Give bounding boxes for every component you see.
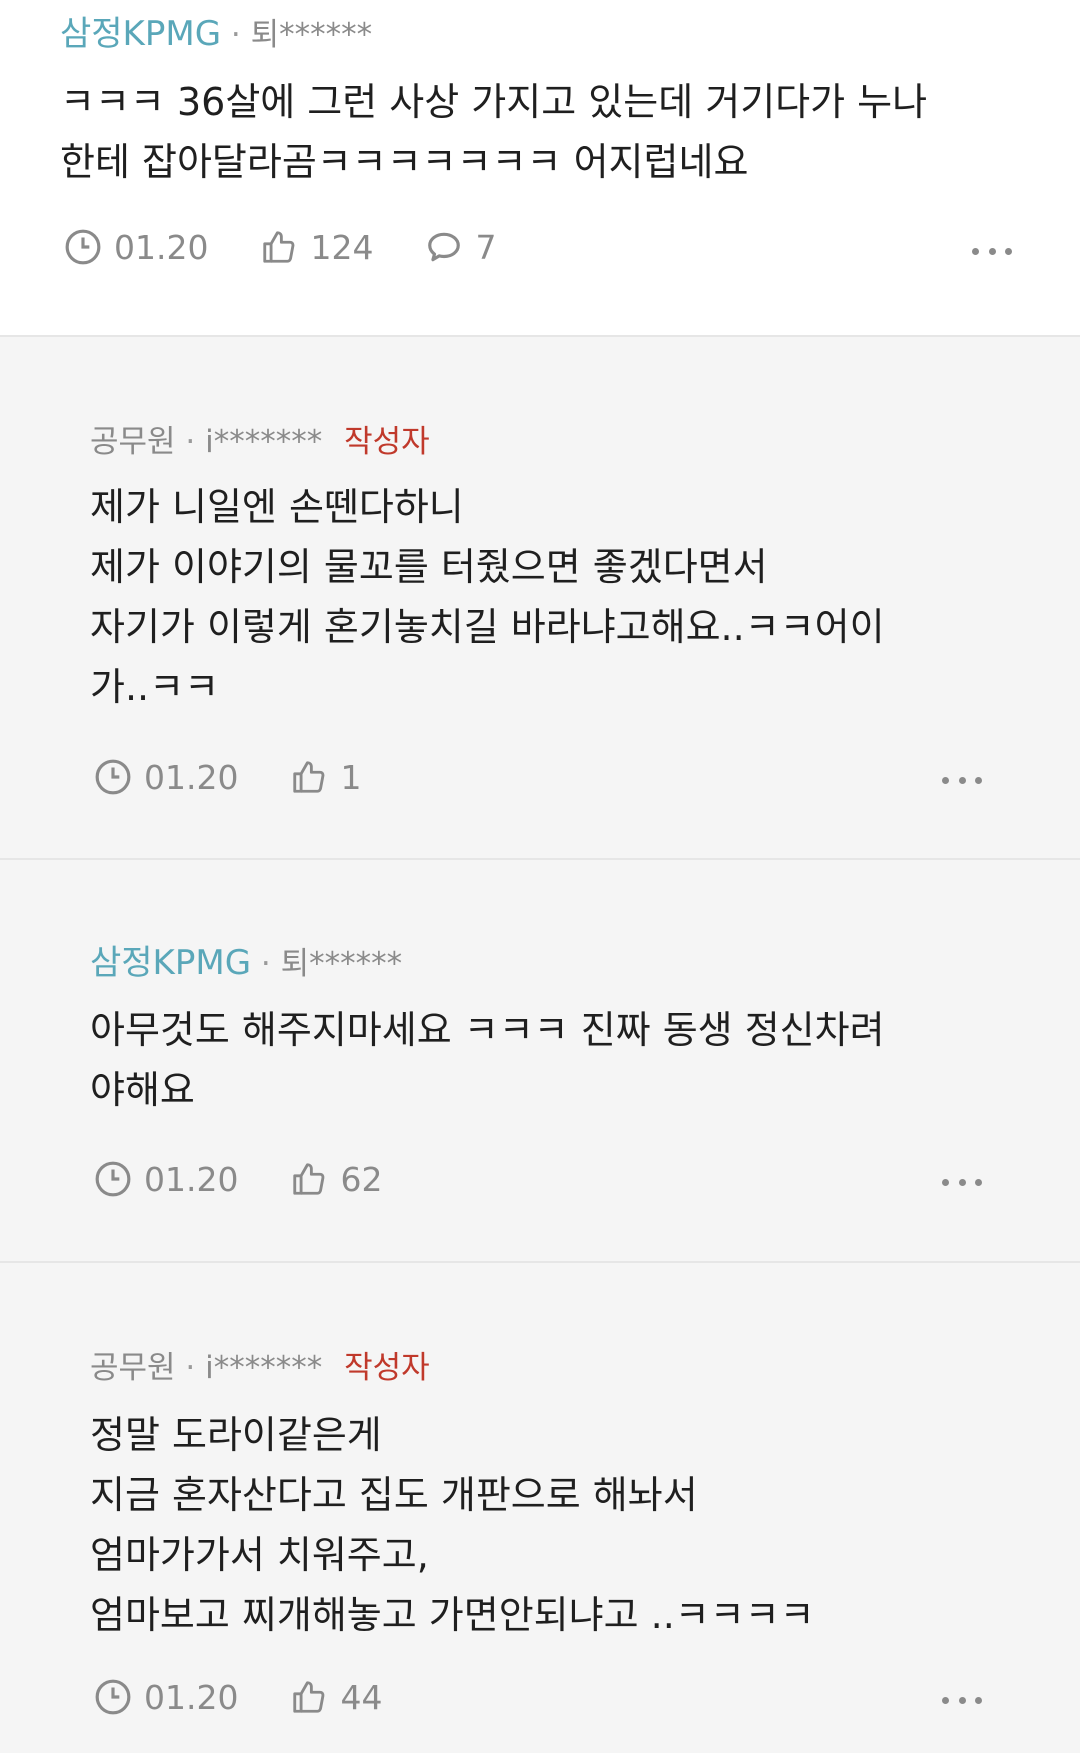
more-dot <box>958 1696 966 1704</box>
comment-line: 지금 혼자산다고 집도 개판으로 해놔서 <box>90 1473 698 1517</box>
date-stat: 01.20 <box>94 1678 238 1717</box>
comment-line: 자기가 이렇게 혼기놓치길 바라냐고해요..ㅋㅋ어이 <box>90 605 885 649</box>
comment-meta: 삼정KPMG · 퇴****** <box>60 14 372 55</box>
more-dot <box>1005 247 1012 255</box>
comment-line: 엄마보고 찌개해놓고 가면안되냐고 ..ㅋㅋㅋㅋ <box>90 1593 815 1637</box>
more-options-icon <box>942 776 949 784</box>
more-dot <box>958 1178 966 1186</box>
reply-item: 삼정KPMG · 퇴****** 아무것도 해주지마세요 ㅋㅋㅋ 진짜 동생 정… <box>0 858 1080 1261</box>
user-id: 퇴****** <box>280 946 403 982</box>
like-count: 44 <box>340 1677 383 1717</box>
more-options-button[interactable] <box>942 774 982 786</box>
reply-item: 공무원 · i******* 작성자 제가 니일엔 손뗀다하니 제가 이야기의 … <box>0 335 1080 858</box>
like-count: 62 <box>340 1159 383 1199</box>
clock-icon <box>65 229 101 265</box>
more-options-icon <box>972 247 979 255</box>
more-options-icon <box>942 1696 949 1704</box>
comment-line: 한테 잡아달라곰ㅋㅋㅋㅋㅋㅋㅋ 어지럽네요 <box>60 140 749 184</box>
date-stat: 01.20 <box>64 228 208 267</box>
user-id: i******* <box>205 1350 323 1386</box>
reply-count: 7 <box>475 227 497 267</box>
comment-meta: 공무원 · i******* 작성자 <box>90 422 430 462</box>
thumbs-up-icon <box>263 231 295 263</box>
comment-body: 정말 도라이같은게 지금 혼자산다고 집도 개판으로 해놔서 엄마가가서 치워주… <box>90 1405 1030 1645</box>
like-button[interactable]: 44 <box>290 1678 382 1717</box>
like-button[interactable]: 1 <box>290 758 361 797</box>
comment-meta: 공무원 · i******* 작성자 <box>90 1348 430 1388</box>
comment-item: 삼정KPMG · 퇴****** ㅋㅋㅋ 36살에 그런 사상 가지고 있는데 … <box>0 0 1080 335</box>
more-options-button[interactable] <box>942 1176 982 1188</box>
comment-line: 제가 니일엔 손뗀다하니 <box>90 485 464 529</box>
clock-icon <box>95 1679 131 1715</box>
clock-icon <box>95 1161 131 1197</box>
comment-line: 엄마가가서 치워주고, <box>90 1533 429 1577</box>
reply-item: 공무원 · i******* 작성자 정말 도라이같은게 지금 혼자산다고 집도… <box>0 1261 1080 1753</box>
comment-date: 01.20 <box>144 1677 239 1717</box>
user-id: 퇴****** <box>250 17 373 53</box>
comment-line: 가..ㅋㅋ <box>90 665 220 709</box>
more-dot <box>975 1178 982 1186</box>
thumbs-up-icon <box>293 1163 325 1195</box>
more-dot <box>958 776 966 784</box>
date-stat: 01.20 <box>94 758 238 797</box>
comment-body: 아무것도 해주지마세요 ㅋㅋㅋ 진짜 동생 정신차려 야해요 <box>90 1000 1030 1120</box>
comment-line: ㅋㅋㅋ 36살에 그런 사상 가지고 있는데 거기다가 누나 <box>60 80 928 124</box>
comment-footer: 01.20 44 <box>94 1675 434 1719</box>
company-name-link[interactable]: 삼정KPMG <box>60 14 221 54</box>
more-options-button[interactable] <box>942 1694 982 1706</box>
speech-bubble-icon <box>428 232 461 262</box>
thumbs-up-icon <box>293 761 325 793</box>
user-id: i******* <box>205 424 323 460</box>
comment-date: 01.20 <box>144 1159 239 1199</box>
comment-date: 01.20 <box>114 227 209 267</box>
comment-line: 야해요 <box>90 1068 195 1112</box>
clock-icon <box>95 759 131 795</box>
comment-body: ㅋㅋㅋ 36살에 그런 사상 가지고 있는데 거기다가 누나 한테 잡아달라곰ㅋ… <box>60 72 1000 192</box>
more-options-button[interactable] <box>972 245 1012 257</box>
meta-separator: · <box>185 1350 196 1386</box>
author-badge: 작성자 <box>344 424 430 460</box>
comment-line: 제가 이야기의 물꼬를 터줬으면 좋겠다면서 <box>90 545 768 589</box>
meta-separator: · <box>260 946 271 982</box>
comment-body: 제가 니일엔 손뗀다하니 제가 이야기의 물꼬를 터줬으면 좋겠다면서 자기가 … <box>90 477 1030 717</box>
comment-footer: 01.20 124 7 <box>64 225 548 269</box>
meta-separator: · <box>230 17 241 53</box>
company-name[interactable]: 공무원 <box>90 424 176 460</box>
comment-meta: 삼정KPMG · 퇴****** <box>90 943 402 984</box>
reply-button[interactable]: 7 <box>425 228 496 267</box>
comment-line: 아무것도 해주지마세요 ㅋㅋㅋ 진짜 동생 정신차려 <box>90 1008 885 1052</box>
like-button[interactable]: 62 <box>290 1160 382 1199</box>
like-count: 1 <box>340 757 362 797</box>
comment-date: 01.20 <box>144 757 239 797</box>
meta-separator: · <box>185 424 196 460</box>
author-badge: 작성자 <box>344 1350 430 1386</box>
thumbs-up-icon <box>293 1681 325 1713</box>
comment-line: 정말 도라이같은게 <box>90 1413 382 1457</box>
company-name-link[interactable]: 삼정KPMG <box>90 943 251 983</box>
comment-footer: 01.20 62 <box>94 1157 434 1201</box>
more-options-icon <box>942 1178 949 1186</box>
more-dot <box>975 776 982 784</box>
more-dot <box>988 247 996 255</box>
date-stat: 01.20 <box>94 1160 238 1199</box>
more-dot <box>975 1696 982 1704</box>
like-button[interactable]: 124 <box>260 228 373 267</box>
company-name[interactable]: 공무원 <box>90 1350 176 1386</box>
comment-footer: 01.20 1 <box>94 755 413 799</box>
like-count: 124 <box>310 227 374 267</box>
